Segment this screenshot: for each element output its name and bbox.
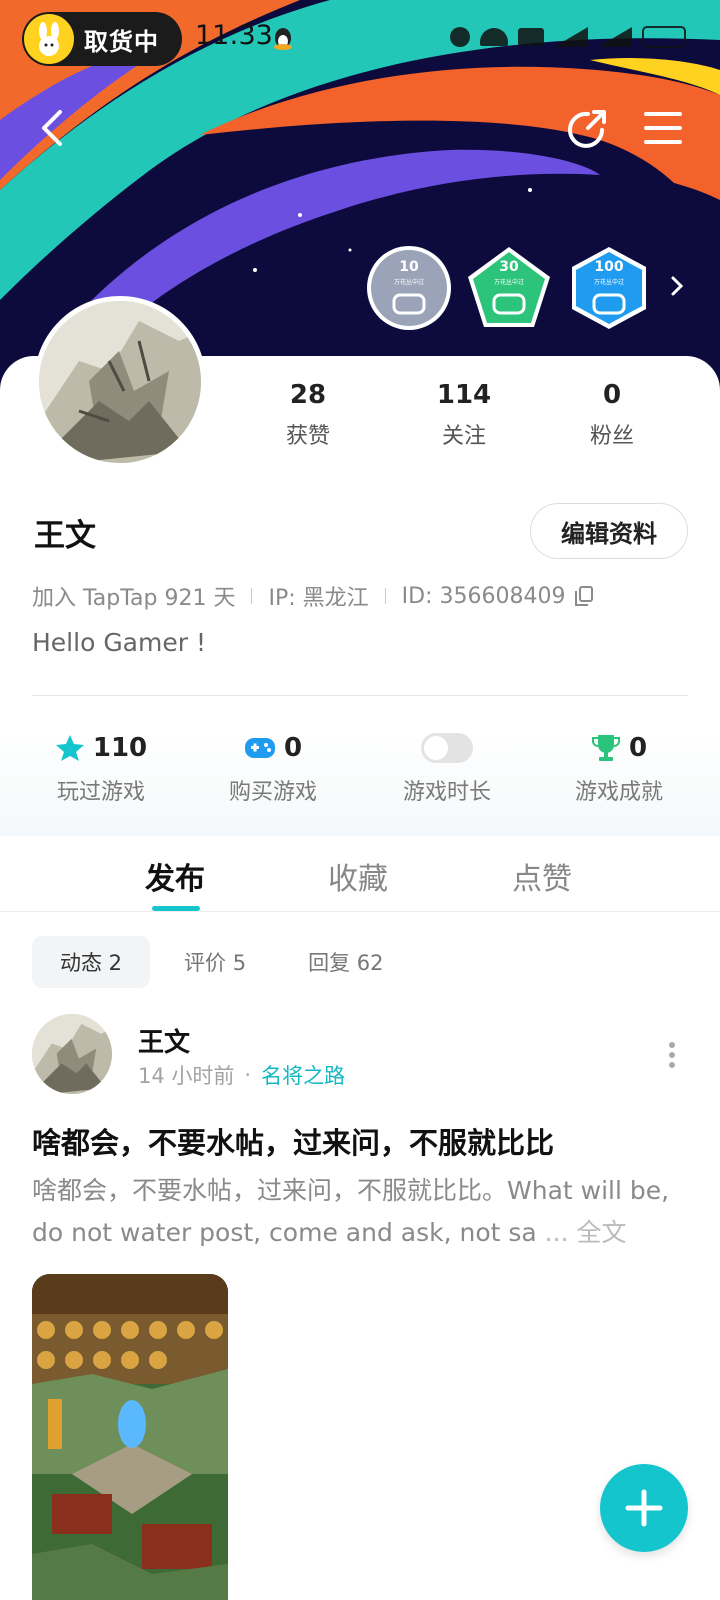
stat-following-label: 关注 bbox=[441, 424, 486, 449]
avatar[interactable] bbox=[34, 296, 206, 468]
more-options-icon[interactable] bbox=[664, 1040, 680, 1070]
badge-30-subtitle: 万花丛中过 bbox=[493, 279, 524, 286]
tab-posts[interactable]: 发布 bbox=[145, 854, 205, 898]
system-status-icons bbox=[450, 26, 686, 48]
stat-followers[interactable]: 0 粉丝 bbox=[552, 380, 672, 450]
meta-separator-2 bbox=[384, 588, 386, 604]
achievement-badges[interactable]: 10 万花丛中过 30 万花丛中过 100 万花丛中过 bbox=[366, 245, 652, 331]
signal-icon bbox=[554, 27, 588, 47]
play-time-toggle[interactable] bbox=[421, 733, 473, 763]
purchased-games[interactable]: 0 购买游戏 bbox=[188, 730, 358, 806]
stat-following-value: 114 bbox=[436, 380, 492, 410]
back-arrow-icon[interactable] bbox=[32, 106, 76, 150]
menu-icon[interactable] bbox=[642, 110, 684, 146]
play-time-label: 游戏时长 bbox=[402, 780, 491, 805]
read-full-link[interactable]: ... 全文 bbox=[545, 1218, 627, 1247]
alarm-icon bbox=[450, 27, 470, 47]
qq-penguin-icon bbox=[274, 28, 292, 50]
battery-icon bbox=[642, 26, 686, 48]
signal-icon-2 bbox=[598, 27, 632, 47]
post-body[interactable]: 啥都会，不要水帖，过来问，不服就比比。What will be, do not … bbox=[32, 1170, 692, 1254]
purchased-games-label: 购买游戏 bbox=[228, 780, 317, 805]
pickup-status-label: 取货中 bbox=[84, 27, 159, 56]
chevron-right-icon[interactable] bbox=[666, 274, 688, 298]
purchased-games-count: 0 bbox=[283, 733, 303, 763]
subtab-moments[interactable]: 动态 2 bbox=[32, 936, 151, 988]
subtabs: 动态 2 评价 5 回复 62 bbox=[32, 936, 412, 988]
stat-likes[interactable]: 28 获赞 bbox=[248, 380, 368, 450]
ip-location: IP: 黑龙江 bbox=[268, 586, 369, 611]
achievements[interactable]: 0 游戏成就 bbox=[534, 730, 704, 806]
tab-likes[interactable]: 点赞 bbox=[512, 854, 572, 898]
stat-followers-value: 0 bbox=[602, 380, 622, 410]
badge-100-number: 100 bbox=[594, 259, 624, 275]
pickup-status-pill[interactable]: 取货中 bbox=[22, 12, 182, 66]
achievements-label: 游戏成就 bbox=[574, 780, 663, 805]
trophy-icon bbox=[591, 735, 620, 761]
badge-100-subtitle: 万花丛中过 bbox=[593, 279, 624, 286]
meta-separator bbox=[251, 588, 253, 604]
copy-icon[interactable] bbox=[575, 586, 594, 606]
stat-followers-label: 粉丝 bbox=[589, 424, 634, 449]
post-subline-dot: · bbox=[244, 1063, 252, 1087]
create-post-button[interactable] bbox=[600, 1464, 688, 1552]
wifi-icon bbox=[480, 28, 508, 46]
play-time[interactable]: 游戏时长 bbox=[362, 730, 532, 806]
edit-profile-button[interactable]: 编辑资料 bbox=[530, 503, 688, 559]
badge-30[interactable]: 30 万花丛中过 bbox=[466, 245, 552, 331]
bunny-logo-icon bbox=[24, 14, 74, 64]
game-stats: 110 玩过游戏 0 购买游戏 游戏时长 0 游戏成就 bbox=[0, 730, 720, 840]
played-games-count: 110 bbox=[92, 733, 148, 763]
post-author-avatar[interactable] bbox=[32, 1014, 112, 1094]
user-id: ID: 356608409 bbox=[401, 583, 566, 609]
post-image[interactable] bbox=[32, 1274, 228, 1600]
played-games-label: 玩过游戏 bbox=[56, 780, 145, 805]
post-avatar-image bbox=[32, 1014, 112, 1094]
badge-30-number: 30 bbox=[499, 259, 519, 275]
stat-likes-value: 28 bbox=[289, 380, 327, 410]
status-time: 11:33 bbox=[195, 20, 273, 51]
content-tabs: 发布 收藏 点赞 bbox=[0, 836, 720, 912]
post-time: 14 小时前 bbox=[138, 1064, 235, 1088]
divider bbox=[32, 695, 688, 696]
joined-days: 加入 TapTap 921 天 bbox=[32, 586, 236, 611]
subtab-replies[interactable]: 回复 62 bbox=[280, 936, 411, 988]
profile-meta: 加入 TapTap 921 天 IP: 黑龙江 ID: 356608409 bbox=[32, 580, 594, 612]
stat-likes-label: 获赞 bbox=[285, 424, 330, 449]
achievements-count: 0 bbox=[628, 733, 648, 763]
profile-bio: Hello Gamer ! bbox=[32, 628, 206, 657]
post-game-link[interactable]: 名将之路 bbox=[261, 1060, 345, 1090]
game-screenshot-image bbox=[32, 1274, 228, 1600]
played-games[interactable]: 110 玩过游戏 bbox=[16, 730, 186, 806]
badge-10-subtitle: 万花丛中过 bbox=[393, 279, 424, 286]
avatar-image bbox=[39, 301, 201, 463]
hd-icon bbox=[518, 28, 544, 46]
subtab-reviews[interactable]: 评价 5 bbox=[156, 936, 274, 988]
star-icon bbox=[55, 735, 84, 761]
badge-10[interactable]: 10 万花丛中过 bbox=[366, 245, 452, 331]
post-author-name[interactable]: 王文 bbox=[138, 1022, 190, 1059]
badge-30-shape bbox=[468, 247, 550, 327]
badge-100[interactable]: 100 万花丛中过 bbox=[566, 245, 652, 331]
badge-10-number: 10 bbox=[399, 259, 419, 275]
badge-100-shape bbox=[572, 247, 646, 329]
active-tab-indicator bbox=[152, 906, 200, 911]
share-icon[interactable] bbox=[566, 106, 610, 150]
plus-icon bbox=[625, 1489, 663, 1527]
badge-10-shape bbox=[367, 246, 451, 330]
tab-favorites[interactable]: 收藏 bbox=[328, 854, 388, 898]
status-bar: 取货中 11:33 bbox=[0, 0, 720, 78]
post-title[interactable]: 啥都会，不要水帖，过来问，不服就比比 bbox=[32, 1120, 554, 1162]
gamepad-icon bbox=[244, 738, 275, 758]
stat-following[interactable]: 114 关注 bbox=[404, 380, 524, 450]
post-subline: 14 小时前 · 名将之路 bbox=[138, 1060, 345, 1090]
profile-name: 王文 bbox=[34, 518, 96, 554]
